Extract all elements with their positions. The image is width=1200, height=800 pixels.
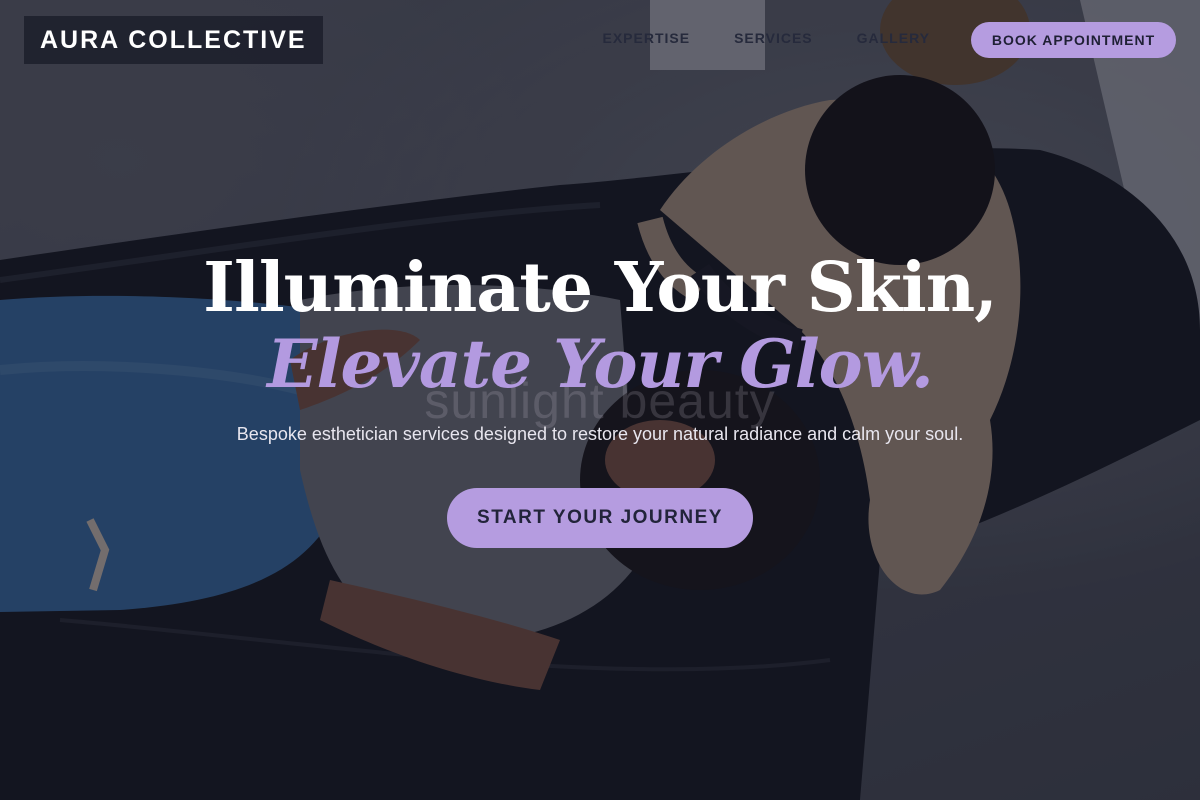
nav-link-gallery[interactable]: GALLERY xyxy=(857,30,930,46)
main-navigation: EXPERTISE SERVICES GALLERY xyxy=(602,30,930,46)
start-journey-button[interactable]: START YOUR JOURNEY xyxy=(447,488,753,548)
nav-link-services[interactable]: SERVICES xyxy=(734,30,813,46)
book-appointment-button[interactable]: BOOK APPOINTMENT xyxy=(971,22,1176,58)
hero-subheadline: Bespoke esthetician services designed to… xyxy=(236,424,964,444)
brand-logo[interactable]: AURA COLLECTIVE xyxy=(24,16,323,64)
nav-link-expertise[interactable]: EXPERTISE xyxy=(602,30,690,46)
hero-headline-accent: Elevate Your Glow. xyxy=(267,325,934,403)
brand-name: AURA COLLECTIVE xyxy=(40,25,307,54)
hero-headline: Illuminate Your Skin, xyxy=(203,248,998,328)
